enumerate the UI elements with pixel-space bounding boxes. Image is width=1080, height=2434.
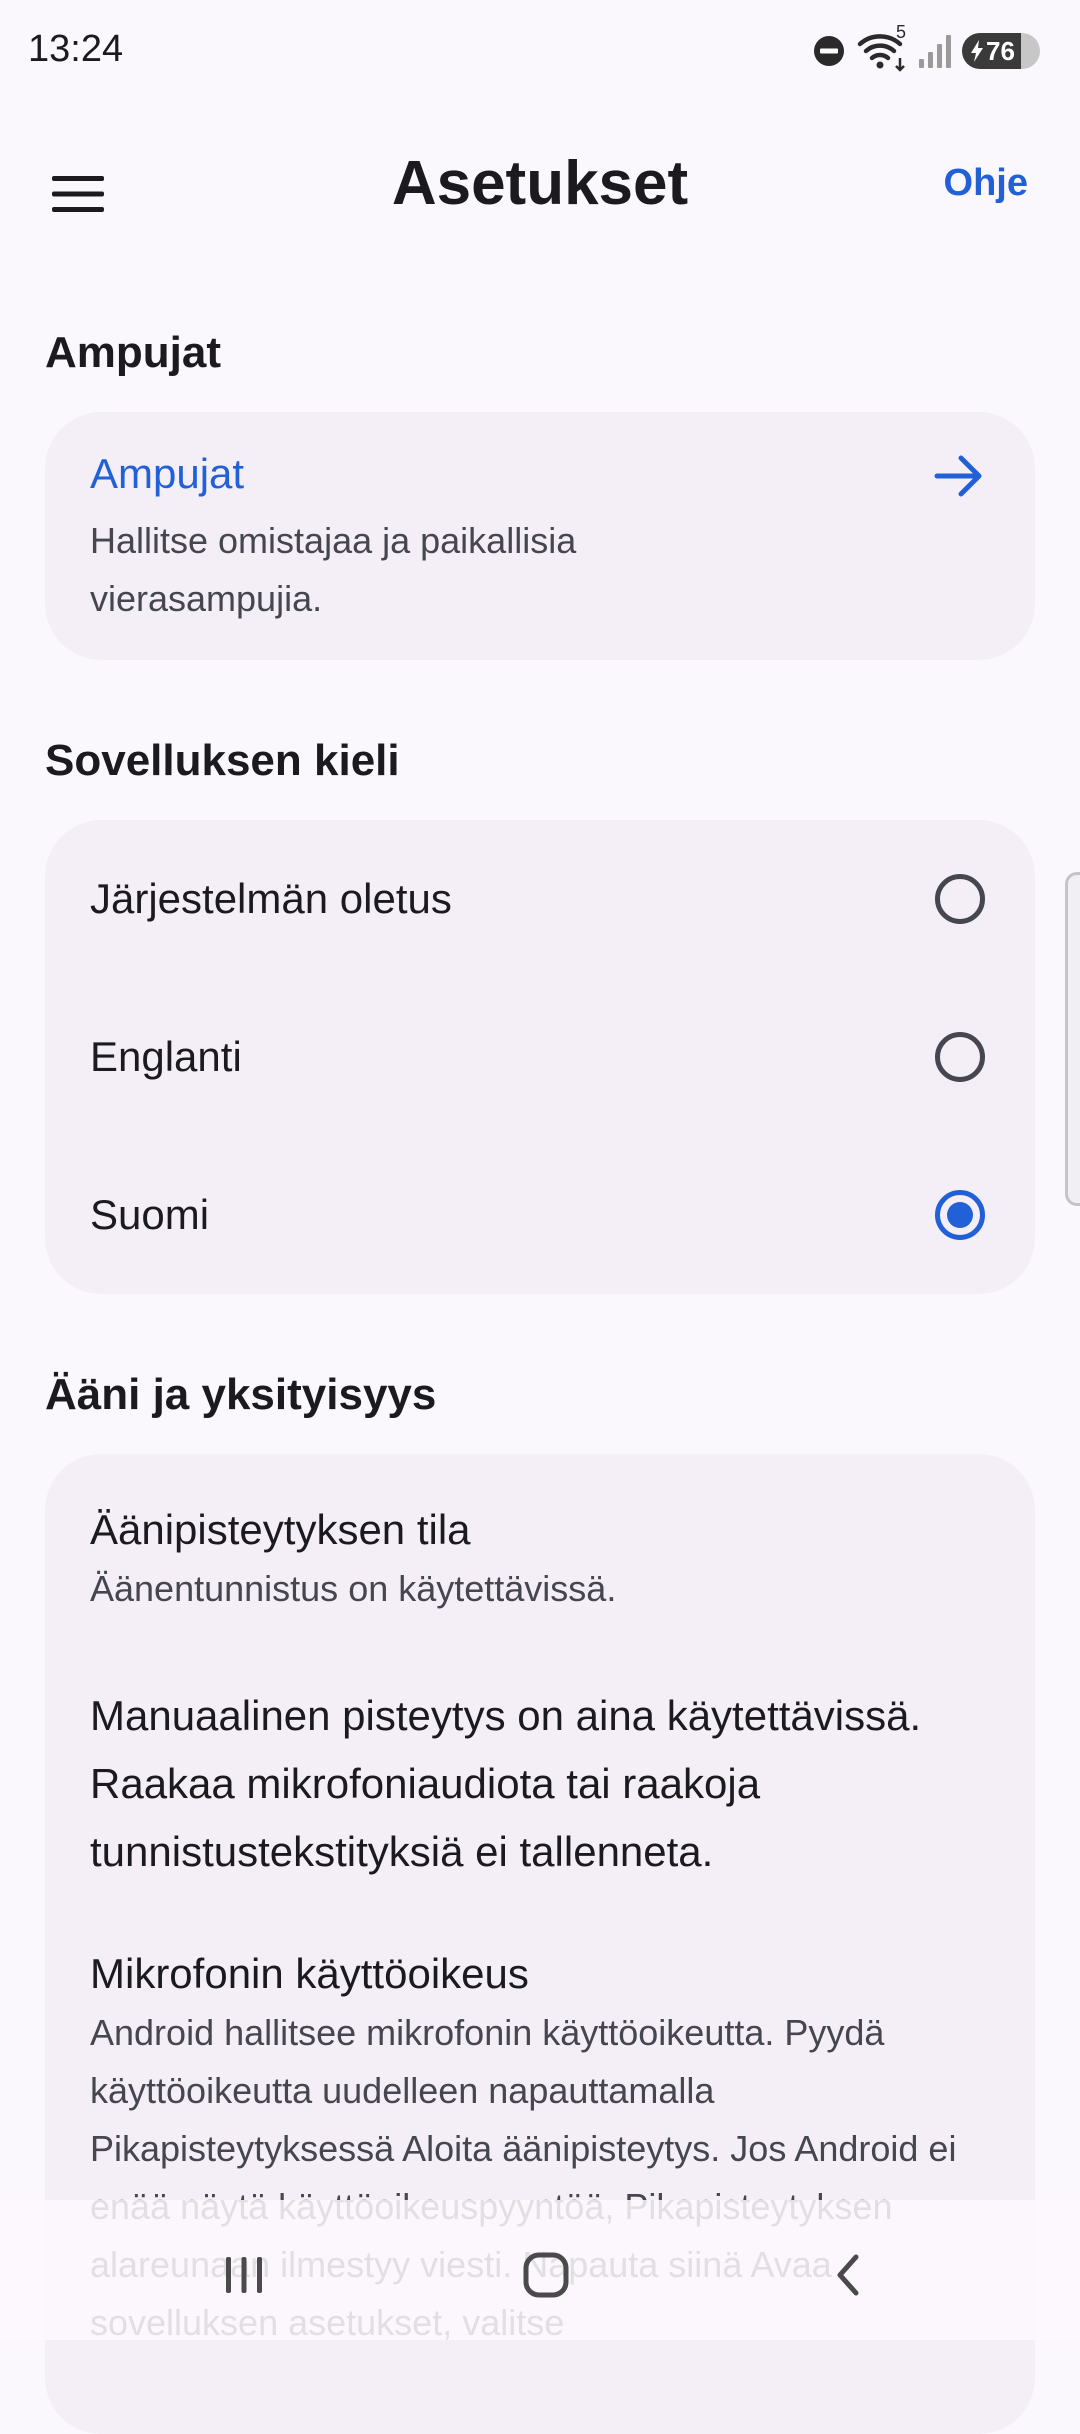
battery-percent: 76 xyxy=(986,35,1015,66)
shooters-card[interactable]: Ampujat Hallitse omistajaa ja paikallisi… xyxy=(45,412,1035,660)
page-title: Asetukset xyxy=(391,149,689,218)
radio-button[interactable] xyxy=(935,1190,985,1240)
radio-button[interactable] xyxy=(935,1032,985,1082)
language-option-english[interactable]: Englanti xyxy=(45,978,1035,1136)
language-card: Järjestelmän oletus Englanti Suomi xyxy=(45,820,1035,1294)
arrow-right-icon xyxy=(933,452,985,505)
language-option-finnish[interactable]: Suomi xyxy=(45,1136,1035,1294)
status-time: 13:24 xyxy=(28,28,124,70)
battery-label: 76 xyxy=(962,36,1015,67)
recent-apps-icon[interactable] xyxy=(204,2240,284,2310)
wifi-badge: 5 xyxy=(895,22,906,42)
section-header-language: Sovelluksen kieli xyxy=(45,736,400,785)
language-option-label: Suomi xyxy=(90,1191,210,1238)
shooters-card-description: Hallitse omistajaa ja paikallisia vieras… xyxy=(90,520,577,619)
section-header-shooters: Ampujat xyxy=(45,328,221,377)
microphone-permission-title: Mikrofonin käyttöoikeus xyxy=(90,1950,529,1997)
signal-icon xyxy=(918,33,952,69)
charging-bolt-icon xyxy=(971,40,983,62)
system-navigation-bar xyxy=(0,2200,1080,2340)
back-icon[interactable] xyxy=(808,2240,888,2310)
home-icon[interactable] xyxy=(506,2240,586,2310)
language-option-label: Englanti xyxy=(90,1033,242,1080)
status-bar: 13:24 5 76 xyxy=(0,0,1080,100)
voice-scoring-title: Äänipisteytyksen tila xyxy=(90,1506,471,1553)
section-header-privacy: Ääni ja yksityisyys xyxy=(45,1370,437,1419)
manual-scoring-note: Manuaalinen pisteytys on aina käytettävi… xyxy=(90,1692,922,1875)
help-button[interactable]: Ohje xyxy=(944,162,1028,205)
voice-scoring-status: Äänentunnistus on käytettävissä. xyxy=(90,1568,617,1609)
language-option-system-default[interactable]: Järjestelmän oletus xyxy=(45,820,1035,978)
status-icons: 5 76 xyxy=(812,22,1040,72)
wifi-icon: 5 xyxy=(856,22,908,72)
language-option-label: Järjestelmän oletus xyxy=(90,875,452,922)
top-app-bar: Asetukset Ohje xyxy=(0,120,1080,250)
scroll-indicator[interactable] xyxy=(1065,872,1080,1206)
radio-button[interactable] xyxy=(935,874,985,924)
battery-charging-icon: 76 xyxy=(962,33,1040,69)
shooters-card-title: Ampujat xyxy=(90,450,245,497)
do-not-disturb-icon xyxy=(812,34,846,68)
